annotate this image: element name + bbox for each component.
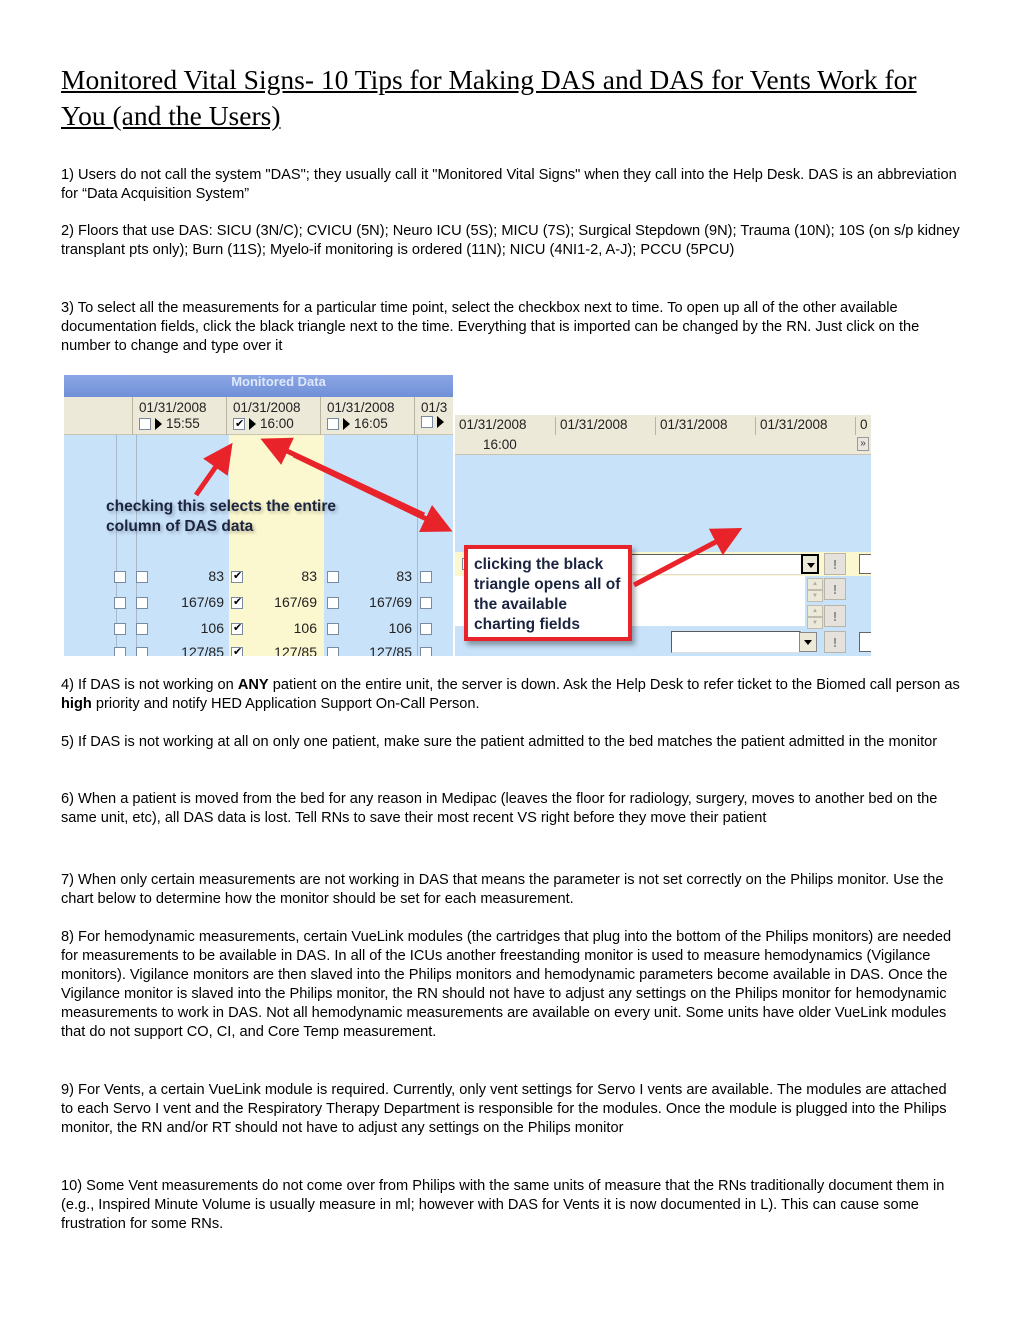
data-row: 106 106 106 [64,618,453,640]
cell-value[interactable]: 83 [247,568,317,584]
row-checkbox[interactable] [327,597,339,609]
tip-2: 2) Floors that use DAS: SICU (3N/C); CVI… [61,223,960,258]
cell-value[interactable]: 167/69 [342,594,412,610]
das-screenshot: Monitored Data 01/31/2008 15:55 01/31/20… [64,375,871,656]
row-checkbox[interactable] [327,647,339,656]
row-checkbox[interactable] [327,571,339,583]
row-checkbox[interactable] [114,571,126,583]
spinner-up-icon[interactable]: ▲ [807,605,823,617]
expanded-time-row: 16:00 » [455,435,871,455]
comment-icon[interactable] [859,554,871,574]
tip-3: 3) To select all the measurements for a … [61,300,920,354]
exclamation-icon[interactable]: ! [824,578,846,600]
monitored-data-header: Monitored Data [64,375,453,397]
row-checkbox[interactable] [231,569,243,583]
data-row: 167/69 167/69 167/69 [64,592,453,614]
triangle-callout: clicking the black triangle opens all of… [464,545,632,641]
column-select-checkbox[interactable] [233,416,245,432]
row-checkbox[interactable] [114,647,126,656]
cell-value[interactable]: 106 [247,620,317,636]
column-select-checkbox[interactable] [139,418,151,430]
expand-triangle-icon[interactable] [249,418,256,430]
spinner-down-icon[interactable]: ▼ [807,617,823,629]
row-checkbox[interactable] [136,571,148,583]
cell-value[interactable]: 167/69 [247,594,317,610]
cell-value[interactable]: 127/85 [247,644,317,656]
column-header: 01/31/2008 15:55 [132,397,226,435]
row-checkbox[interactable] [136,623,148,635]
column-header: 01/31/2008 16:05 [320,397,414,435]
document-title: Monitored Vital Signs- 10 Tips for Makin… [61,64,917,131]
exclamation-icon[interactable]: ! [824,553,846,575]
tip-4: 4) If DAS is not working on ANY patient … [61,677,960,712]
collapse-button[interactable]: » [857,437,869,451]
exclamation-icon[interactable]: ! [824,631,846,653]
tip-1: 1) Users do not call the system "DAS"; t… [61,167,957,202]
expand-triangle-icon[interactable] [343,418,350,430]
column-header: 01/3 [414,397,453,435]
spinner-up-icon[interactable]: ▲ [807,578,823,590]
row-checkbox[interactable] [420,597,432,609]
row-checkbox[interactable] [420,571,432,583]
cell-value[interactable]: 167/69 [154,594,224,610]
cell-value[interactable]: 83 [154,568,224,584]
tip-9: 9) For Vents, a certain VueLink module i… [61,1082,947,1136]
tip-8: 8) For hemodynamic measurements, certain… [61,929,952,1040]
expand-triangle-icon[interactable] [155,418,162,430]
comment-icon[interactable] [859,632,871,652]
exclamation-icon[interactable]: ! [824,605,846,627]
cell-value[interactable]: 127/85 [154,644,224,656]
row-checkbox[interactable] [231,645,243,656]
row-checkbox[interactable] [136,597,148,609]
expanded-date-header: 01/31/2008 01/31/2008 01/31/2008 01/31/2… [455,415,871,435]
cell-value[interactable]: 83 [342,568,412,584]
row-checkbox[interactable] [136,647,148,656]
row-checkbox[interactable] [114,623,126,635]
row-checkbox[interactable] [231,595,243,609]
tip-5: 5) If DAS is not working at all on only … [61,734,938,750]
charting-select[interactable] [671,631,801,653]
column-select-checkbox[interactable] [327,418,339,430]
dropdown-arrow-icon[interactable] [799,632,817,652]
checkbox-callout: checking this selects the entire column … [106,498,337,535]
cell-value[interactable]: 106 [154,620,224,636]
tip-6: 6) When a patient is moved from the bed … [61,791,938,826]
data-row: 83 83 83 [64,566,453,588]
cell-value[interactable]: 106 [342,620,412,636]
row-checkbox[interactable] [420,647,432,656]
spinner-down-icon[interactable]: ▼ [807,590,823,602]
monitored-data-panel: Monitored Data 01/31/2008 15:55 01/31/20… [64,375,453,656]
data-row: 127/85 127/85 127/85 [64,642,453,656]
row-checkbox[interactable] [420,623,432,635]
column-select-checkbox[interactable] [421,416,433,428]
expand-triangle-icon[interactable] [437,416,444,428]
row-checkbox[interactable] [114,597,126,609]
row-checkbox[interactable] [327,623,339,635]
tip-10: 10) Some Vent measurements do not come o… [61,1178,945,1232]
column-header-row: 01/31/2008 15:55 01/31/2008 16:00 01/31/… [64,397,453,435]
tip-7: 7) When only certain measurements are no… [61,872,944,907]
cell-value[interactable]: 127/85 [342,644,412,656]
dropdown-arrow-icon[interactable] [801,554,819,574]
row-checkbox[interactable] [231,621,243,635]
column-header: 01/31/2008 16:00 [226,397,320,435]
